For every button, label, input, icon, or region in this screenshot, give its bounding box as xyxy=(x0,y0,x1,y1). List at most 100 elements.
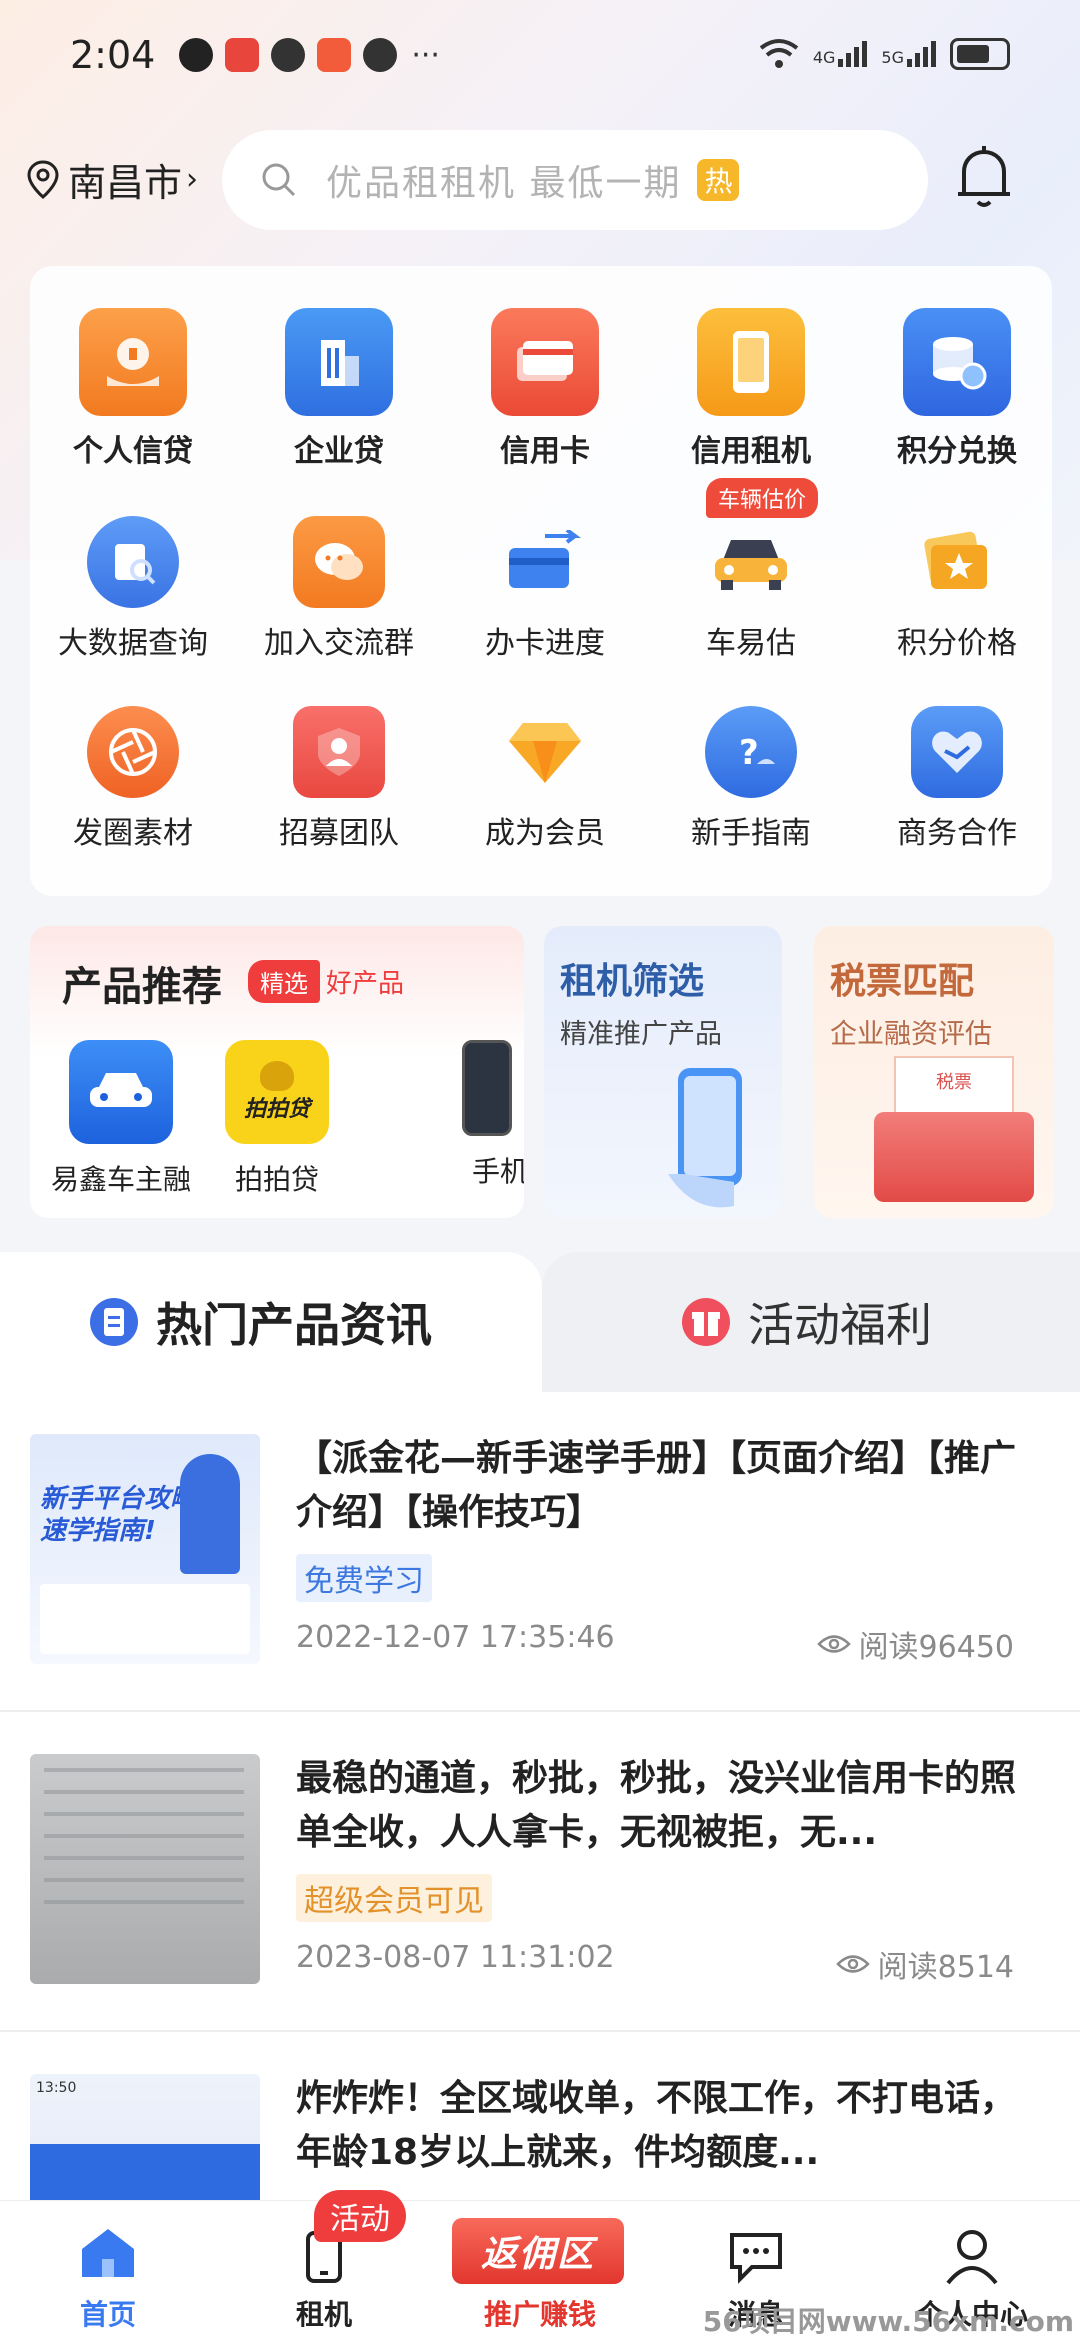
nav-home[interactable]: 首页 xyxy=(28,2201,188,2340)
phone-hand-icon xyxy=(668,1068,742,1208)
grid-item-car-estimate[interactable]: 车辆估价 车易估 xyxy=(648,478,854,662)
home-icon xyxy=(82,2229,134,2277)
nav-label: 租机 xyxy=(295,2298,352,2331)
product-yixin[interactable]: 易鑫车主融 xyxy=(46,1040,196,1198)
news-title: 最稳的通道，秒批，秒批，没兴业信用卡的照单全收，人人拿卡，无视被拒，无... xyxy=(296,1758,1017,1853)
grid-item-card-progress[interactable]: 办卡进度 xyxy=(442,516,648,662)
grid-item-business-cooperation[interactable]: 商务合作 xyxy=(854,706,1060,852)
grid-item-points-price[interactable]: 积分价格 xyxy=(854,516,1060,662)
tag-good-product: 好产品 xyxy=(326,969,405,999)
city-selector[interactable]: 南昌市 › xyxy=(26,152,198,207)
news-date: 2023-08-07 11:31:02 xyxy=(296,1940,615,1975)
grid-label: 招募团队 xyxy=(279,816,399,851)
gift-icon xyxy=(682,1298,730,1346)
news-date: 2022-12-07 17:35:46 xyxy=(296,1620,615,1655)
tax-match-title: 税票匹配 xyxy=(830,961,975,1002)
battery-icon xyxy=(950,38,1010,70)
product-label: 手机租 xyxy=(472,1155,524,1188)
grid-label: 信用租机 xyxy=(691,434,811,469)
bell-icon[interactable] xyxy=(952,142,1016,214)
grid-label: 积分价格 xyxy=(897,626,1017,661)
paipaidai-logo-icon: 拍拍贷 xyxy=(225,1040,329,1144)
grid-item-become-member[interactable]: 成为会员 xyxy=(442,706,648,852)
product-label: 拍拍贷 xyxy=(234,1163,319,1196)
hot-badge: 热 xyxy=(697,159,740,201)
location-pin-icon xyxy=(27,159,59,199)
rebate-zone-button[interactable]: 返佣区 xyxy=(452,2218,624,2284)
news-title: 炸炸炸！全区域收单，不限工作，不打电话，年龄18岁以上就来，件均额度... xyxy=(296,2078,1017,2173)
search-bar[interactable]: 优品租租机 最低一期 热 xyxy=(222,130,928,230)
message-icon xyxy=(730,2233,782,2284)
watermark: 56项目网www.56xm.com xyxy=(702,2305,1074,2338)
svg-text:?: ? xyxy=(739,733,759,773)
news-title: 【派金花—新手速学手册】【页面介绍】【推广介绍】【操作技巧】 xyxy=(296,1438,1017,1533)
news-tag: 免费学习 xyxy=(296,1554,432,1602)
aperture-icon xyxy=(87,706,179,798)
handshake-heart-icon xyxy=(911,706,1003,798)
phone-product-icon xyxy=(462,1040,512,1136)
nav-label: 首页 xyxy=(79,2298,136,2331)
grid-item-points-exchange[interactable]: 积分兑换 xyxy=(854,308,1060,470)
product-paipaidai[interactable]: 拍拍贷 拍拍贷 xyxy=(202,1040,352,1198)
news-views: 阅读8514 xyxy=(835,1942,1014,1986)
product-recommend-card[interactable]: 产品推荐 精选 好产品 易鑫车主融 拍拍贷 拍拍贷 手机租 xyxy=(30,926,524,1218)
grid-item-credit-rent[interactable]: 信用租机 xyxy=(648,308,854,470)
grid-label: 商务合作 xyxy=(897,816,1017,851)
car-estimate-tag: 车辆估价 xyxy=(706,478,819,518)
nav-label: 推广赚钱 xyxy=(483,2298,596,2331)
rent-filter-card[interactable]: 租机筛选 精准推广产品 xyxy=(544,926,782,1218)
tax-match-subtitle: 企业融资评估 xyxy=(830,1019,992,1050)
personal-loan-icon xyxy=(79,308,187,416)
grid-item-business-loan[interactable]: 企业贷 xyxy=(236,308,442,470)
red-app-icon xyxy=(225,38,260,72)
tag-selected: 精选 xyxy=(248,960,320,1003)
grid-label: 成为会员 xyxy=(485,816,605,851)
recommend-title: 产品推荐 xyxy=(62,964,222,1010)
grid-label: 大数据查询 xyxy=(58,626,208,661)
qq-icon xyxy=(179,38,214,72)
grid-item-join-group[interactable]: 加入交流群 xyxy=(236,516,442,662)
news-item[interactable]: 新手平台攻略 速学指南! 【派金花—新手速学手册】【页面介绍】【推广介绍】【操作… xyxy=(0,1392,1080,1712)
city-name: 南昌市 xyxy=(68,161,183,205)
grid-item-share-materials[interactable]: 发圈素材 xyxy=(30,706,236,852)
document-icon xyxy=(90,1298,138,1346)
card-progress-icon xyxy=(499,516,591,608)
signal-4g-icon: 4G xyxy=(813,41,868,67)
search-icon xyxy=(262,163,296,197)
tax-printer-icon xyxy=(874,1112,1034,1202)
services-grid: 个人信贷 企业贷 信用卡 信用租机 积分兑换 大数据查询 加入交流群 办卡进度 … xyxy=(30,266,1052,896)
grid-item-recruit-team[interactable]: 招募团队 xyxy=(236,706,442,852)
grid-label: 发圈素材 xyxy=(73,816,193,851)
grid-item-personal-loan[interactable]: 个人信贷 xyxy=(30,308,236,470)
rent-filter-subtitle: 精准推广产品 xyxy=(560,1019,722,1050)
more-notifications-icon: ··· xyxy=(411,37,440,73)
news-item[interactable]: 13:50 炸炸炸！全区域收单，不限工作，不打电话，年龄18岁以上就来，件均额度… xyxy=(0,2032,1080,2200)
news-thumbnail xyxy=(30,1754,260,1984)
car-loan-icon xyxy=(69,1040,173,1144)
header: 南昌市 › 优品租租机 最低一期 热 xyxy=(0,130,1080,230)
data-search-icon xyxy=(87,516,179,608)
grid-label: 企业贷 xyxy=(294,434,384,469)
news-item[interactable]: 最稳的通道，秒批，秒批，没兴业信用卡的照单全收，人人拿卡，无视被拒，无... 超… xyxy=(0,1712,1080,2032)
wechat-icon xyxy=(271,38,306,72)
news-list: 新手平台攻略 速学指南! 【派金花—新手速学手册】【页面介绍】【推广介绍】【操作… xyxy=(0,1392,1080,2200)
user-icon xyxy=(946,2230,998,2285)
wechat-icon-2 xyxy=(363,38,398,72)
recommend-tag: 精选 好产品 xyxy=(248,960,404,1003)
chevron-right-icon: › xyxy=(186,162,199,197)
tab-activity-benefits[interactable]: 活动福利 xyxy=(542,1252,1080,1392)
content-tabs: 活动福利 热门产品资讯 xyxy=(0,1252,1080,1392)
grid-item-credit-card[interactable]: 信用卡 xyxy=(442,308,648,470)
grid-label: 新手指南 xyxy=(691,816,811,851)
tax-match-card[interactable]: 税票匹配 企业融资评估 税票 xyxy=(814,926,1054,1218)
tab-hot-news[interactable]: 热门产品资讯 xyxy=(0,1252,542,1392)
signal-5g-icon: 5G xyxy=(881,41,936,67)
coins-database-icon xyxy=(903,308,1011,416)
grid-item-beginner-guide[interactable]: ? 新手指南 xyxy=(648,706,854,852)
grid-label: 加入交流群 xyxy=(264,626,414,661)
grid-item-big-data-query[interactable]: 大数据查询 xyxy=(30,516,236,662)
product-phone-rent[interactable]: 手机租 xyxy=(442,1040,524,1190)
car-icon xyxy=(705,516,797,608)
status-bar: 2:04 ··· 4G 5G xyxy=(0,0,1080,110)
news-thumbnail: 13:50 xyxy=(30,2074,260,2200)
